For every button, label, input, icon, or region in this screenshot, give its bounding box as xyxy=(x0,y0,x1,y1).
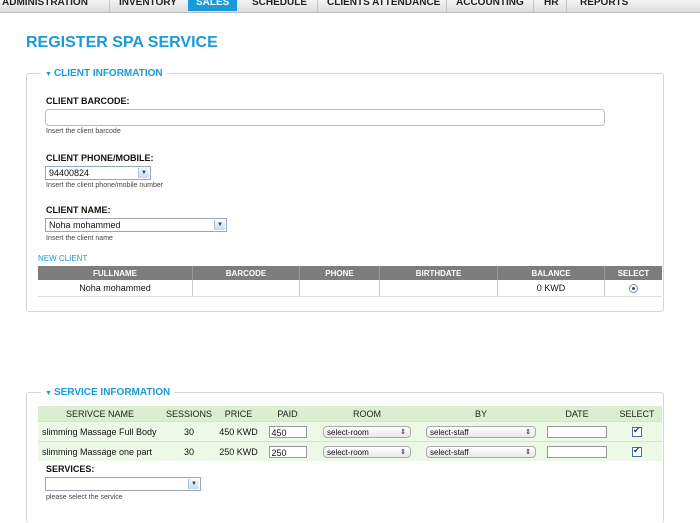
service-name-cell: slimming Massage Full Body xyxy=(38,421,162,442)
chevron-down-icon: ▼ xyxy=(214,220,225,230)
nav-divider xyxy=(317,0,318,12)
client-barcode-cell xyxy=(192,280,300,297)
client-fullname-cell: Noha mohammed xyxy=(38,280,193,297)
col-paid: PAID xyxy=(261,406,314,422)
col-barcode: BARCODE xyxy=(192,266,300,280)
col-fullname: FULLNAME xyxy=(38,266,193,280)
chevron-down-icon: ▼ xyxy=(138,168,149,178)
service-price-cell: 450 KWD xyxy=(216,421,261,442)
tab-administration[interactable]: ADMINISTRATION xyxy=(2,0,88,11)
tab-sales[interactable]: SALES xyxy=(188,0,238,11)
service-room-cell: select-room ⇕ xyxy=(314,421,420,442)
nav-divider xyxy=(533,0,534,12)
tab-reports[interactable]: REPORTS xyxy=(580,0,628,11)
chevron-updown-icon: ⇕ xyxy=(525,448,531,456)
collapse-arrow-icon: ▼ xyxy=(45,390,52,397)
room-select[interactable]: select-room ⇕ xyxy=(323,425,411,438)
client-balance-cell: 0 KWD xyxy=(497,280,605,297)
tab-clients-attendance[interactable]: CLIENTS ATTENDANCE xyxy=(327,0,440,11)
tab-inventory[interactable]: INVENTORY xyxy=(119,0,177,11)
room-select[interactable]: select-room ⇕ xyxy=(323,445,411,458)
service-by-cell: select-staff ⇕ xyxy=(420,421,542,442)
services-hint: please select the service xyxy=(46,494,123,501)
col-balance: BALANCE xyxy=(497,266,605,280)
client-name-value: Noha mohammed xyxy=(49,220,121,230)
services-select[interactable]: ▼ xyxy=(45,477,201,491)
date-input[interactable] xyxy=(547,425,607,438)
col-sessions: SESSIONS xyxy=(162,406,216,422)
nav-divider xyxy=(109,0,110,12)
chevron-updown-icon: ⇕ xyxy=(400,428,406,436)
staff-select[interactable]: select-staff ⇕ xyxy=(426,425,536,438)
service-select-checkbox[interactable] xyxy=(632,445,642,457)
service-price-cell: 250 KWD xyxy=(216,441,261,461)
client-table: FULLNAME BARCODE PHONE BIRTHDATE BALANCE… xyxy=(38,266,662,297)
service-by-cell: select-staff ⇕ xyxy=(420,441,542,461)
client-phone-hint: Insert the client phone/mobile number xyxy=(46,182,164,189)
service-sessions-cell: 30 xyxy=(162,421,216,442)
table-row: slimming Massage one part 30 250 KWD 250… xyxy=(38,441,662,461)
col-price: PRICE xyxy=(216,406,261,422)
client-select-cell xyxy=(604,280,662,297)
new-client-link[interactable]: NEW CLIENT xyxy=(38,254,87,263)
client-phone-value: 94400824 xyxy=(49,168,90,178)
nav-divider xyxy=(566,0,567,12)
service-table-header: SERIVCE NAME SESSIONS PRICE PAID ROOM BY… xyxy=(38,406,662,422)
client-table-header: FULLNAME BARCODE PHONE BIRTHDATE BALANCE… xyxy=(38,266,662,280)
client-barcode-label: CLIENT BARCODE: xyxy=(46,96,130,106)
client-select-radio[interactable] xyxy=(629,284,638,294)
staff-select[interactable]: select-staff ⇕ xyxy=(426,445,536,458)
col-room: ROOM xyxy=(314,406,420,422)
col-select: SELECT xyxy=(604,266,662,280)
service-name-cell: slimming Massage one part xyxy=(38,441,162,461)
date-input[interactable] xyxy=(547,445,607,458)
tab-schedule[interactable]: SCHEDULE xyxy=(252,0,307,11)
service-select-checkbox[interactable] xyxy=(632,425,642,437)
tab-accounting[interactable]: ACCOUNTING xyxy=(456,0,524,11)
service-table: SERIVCE NAME SESSIONS PRICE PAID ROOM BY… xyxy=(38,406,662,461)
chevron-updown-icon: ⇕ xyxy=(525,428,531,436)
service-sessions-cell: 30 xyxy=(162,441,216,461)
client-birthdate-cell xyxy=(379,280,498,297)
service-room-cell: select-room ⇕ xyxy=(314,441,420,461)
chevron-down-icon: ▼ xyxy=(188,479,199,489)
col-service-name: SERIVCE NAME xyxy=(38,406,162,422)
services-label: SERVICES: xyxy=(46,464,95,474)
client-name-select[interactable]: Noha mohammed ▼ xyxy=(45,218,227,232)
col-birthdate: BIRTHDATE xyxy=(379,266,498,280)
service-paid-cell: 250 xyxy=(261,441,314,461)
main-nav: ADMINISTRATION INVENTORY SALES SCHEDULE … xyxy=(0,0,700,13)
paid-input[interactable]: 250 xyxy=(268,445,307,458)
col-select: SELECT xyxy=(612,406,662,422)
client-phone-cell xyxy=(299,280,380,297)
collapse-arrow-icon: ▼ xyxy=(45,71,52,78)
service-select-cell xyxy=(612,421,662,442)
chevron-updown-icon: ⇕ xyxy=(400,448,406,456)
client-phone-label: CLIENT PHONE/MOBILE: xyxy=(46,153,154,163)
service-date-cell xyxy=(542,421,612,442)
paid-input[interactable]: 450 xyxy=(268,425,307,438)
tab-hr[interactable]: HR xyxy=(544,0,558,11)
service-select-cell xyxy=(612,441,662,461)
client-barcode-hint: Insert the client barcode xyxy=(46,128,121,135)
client-name-hint: Insert the client name xyxy=(46,235,113,242)
client-name-label: CLIENT NAME: xyxy=(46,205,111,215)
col-date: DATE xyxy=(542,406,612,422)
service-paid-cell: 450 xyxy=(261,421,314,442)
table-row: slimming Massage Full Body 30 450 KWD 45… xyxy=(38,421,662,442)
service-date-cell xyxy=(542,441,612,461)
col-phone: PHONE xyxy=(299,266,380,280)
client-phone-select[interactable]: 94400824 ▼ xyxy=(45,166,151,180)
page-title: REGISTER SPA SERVICE xyxy=(26,34,218,51)
table-row: Noha mohammed 0 KWD xyxy=(38,280,662,297)
nav-divider xyxy=(446,0,447,12)
col-by: BY xyxy=(420,406,542,422)
client-barcode-input[interactable] xyxy=(45,109,605,126)
service-information-legend[interactable]: ▼ SERVICE INFORMATION xyxy=(41,386,175,401)
client-information-legend[interactable]: ▼ CLIENT INFORMATION xyxy=(41,67,167,82)
